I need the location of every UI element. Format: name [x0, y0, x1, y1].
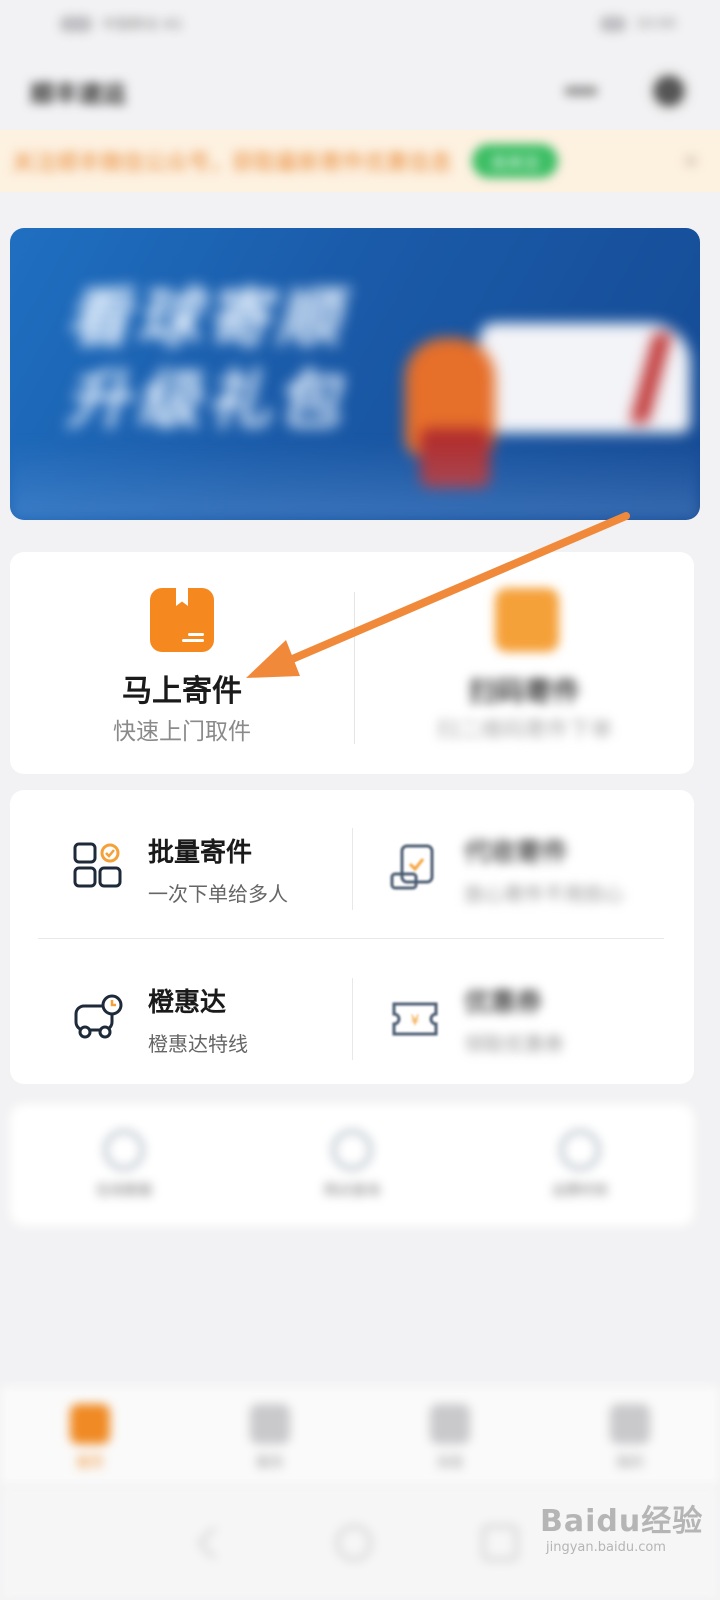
chat-icon — [104, 1130, 144, 1170]
scan-icon — [495, 588, 559, 652]
scan-send-title: 扫码寄件 — [468, 675, 581, 708]
back-icon[interactable] — [197, 1526, 231, 1560]
tab-label: 消息 — [436, 1455, 464, 1471]
online-service-button[interactable]: 在线客服 — [10, 1124, 238, 1214]
send-now-title: 马上寄件 — [122, 674, 242, 709]
collect-send-subtitle: 放心寄件不用担心 — [464, 882, 624, 906]
tab-message[interactable]: 消息 — [360, 1386, 540, 1486]
tool-label: 运费时效 — [552, 1183, 608, 1199]
send-now-subtitle: 快速上门取件 — [113, 719, 251, 745]
tools-card: 在线客服 网点查询 运费时效 — [10, 1104, 694, 1226]
tab-home[interactable]: 首页 — [0, 1386, 180, 1486]
carrier-text: 中国移动 4G — [102, 17, 183, 33]
chenghuida-button[interactable]: 橙惠达 橙惠达特线 — [10, 940, 352, 1070]
tab-label: 我的 — [616, 1455, 644, 1471]
promo-banner[interactable]: 看球寄顺 升级礼包 — [10, 228, 700, 520]
watermark-brand: Baidu经验 — [540, 1504, 704, 1539]
home-button-icon[interactable] — [336, 1525, 372, 1561]
svg-text:¥: ¥ — [411, 1013, 420, 1029]
divider — [38, 938, 664, 939]
close-miniprogram-icon[interactable] — [648, 70, 690, 112]
tab-label: 服务 — [256, 1455, 284, 1471]
collect-send-button[interactable]: 代收寄件 放心寄件不用担心 — [352, 790, 694, 920]
chenghuida-title: 橙惠达 — [148, 988, 227, 1018]
message-icon — [430, 1404, 470, 1444]
send-now-button[interactable]: 马上寄件 快速上门取件 — [10, 552, 354, 774]
scan-send-subtitle: 扫二维码寄件下单 — [436, 718, 613, 743]
coupon-subtitle: 领取优惠券 — [464, 1032, 564, 1056]
batch-send-button[interactable]: 批量寄件 一次下单给多人 — [10, 790, 352, 920]
scan-send-button[interactable]: 扫码寄件 扫二维码寄件下单 — [355, 552, 694, 774]
coupon-icon: ¥ — [392, 1002, 438, 1036]
tab-label: 首页 — [76, 1455, 104, 1471]
coupon-button[interactable]: ¥ 优惠券 领取优惠券 — [352, 940, 694, 1070]
tab-service[interactable]: 服务 — [180, 1386, 360, 1486]
chenghuida-subtitle: 橙惠达特线 — [148, 1032, 248, 1056]
collect-send-title: 代收寄件 — [464, 838, 569, 868]
close-icon[interactable]: ✕ — [682, 150, 700, 175]
battery-icon — [599, 16, 626, 32]
nav-bar: 顺丰速运 — [0, 58, 720, 124]
batch-send-title: 批量寄件 — [148, 838, 253, 868]
profile-icon — [610, 1404, 650, 1444]
home-icon — [70, 1404, 110, 1444]
service-icon — [250, 1404, 290, 1444]
banner-headline: 看球寄顺 升级礼包 — [66, 282, 346, 438]
notice-bar: 关注顺丰微信公众号，获取最新寄件优惠信息 去关注 ✕ — [0, 130, 720, 192]
batch-send-subtitle: 一次下单给多人 — [148, 882, 288, 906]
truck-clock-icon — [74, 994, 123, 1039]
tool-label: 网点查询 — [324, 1183, 380, 1199]
services-card: 批量寄件 一次下单给多人 代收寄件 放心寄件不用担心 橙惠达 橙惠达特线 ¥ 优… — [10, 790, 694, 1084]
clock-icon — [560, 1130, 600, 1170]
follow-button[interactable]: 去关注 — [472, 144, 559, 178]
tool-label: 在线客服 — [96, 1183, 152, 1199]
baidu-watermark: Baidu经验 jingyan.baidu.com — [540, 1496, 710, 1576]
package-icon — [150, 588, 214, 652]
freight-time-button[interactable]: 运费时效 — [466, 1124, 694, 1214]
recent-apps-icon[interactable] — [482, 1525, 518, 1561]
coupon-title: 优惠券 — [464, 988, 543, 1018]
outlet-query-button[interactable]: 网点查询 — [238, 1124, 466, 1214]
page-title: 顺丰速运 — [30, 79, 126, 108]
status-bar: 中国移动 4G 10:00 — [0, 0, 720, 48]
signal-icon — [60, 16, 92, 32]
grid-check-icon — [73, 842, 122, 888]
tab-profile[interactable]: 我的 — [540, 1386, 720, 1486]
time-text: 10:00 — [635, 16, 676, 32]
tab-bar: 首页 服务 消息 我的 — [0, 1386, 720, 1486]
more-icon[interactable] — [564, 86, 598, 96]
main-actions-card: 马上寄件 快速上门取件 扫码寄件 扫二维码寄件下单 — [10, 552, 694, 774]
location-icon — [332, 1130, 372, 1170]
watermark-url: jingyan.baidu.com — [546, 1540, 666, 1555]
truck-illustration — [480, 323, 690, 433]
notice-text: 关注顺丰微信公众号，获取最新寄件优惠信息 — [12, 151, 453, 176]
collect-icon — [390, 844, 434, 890]
